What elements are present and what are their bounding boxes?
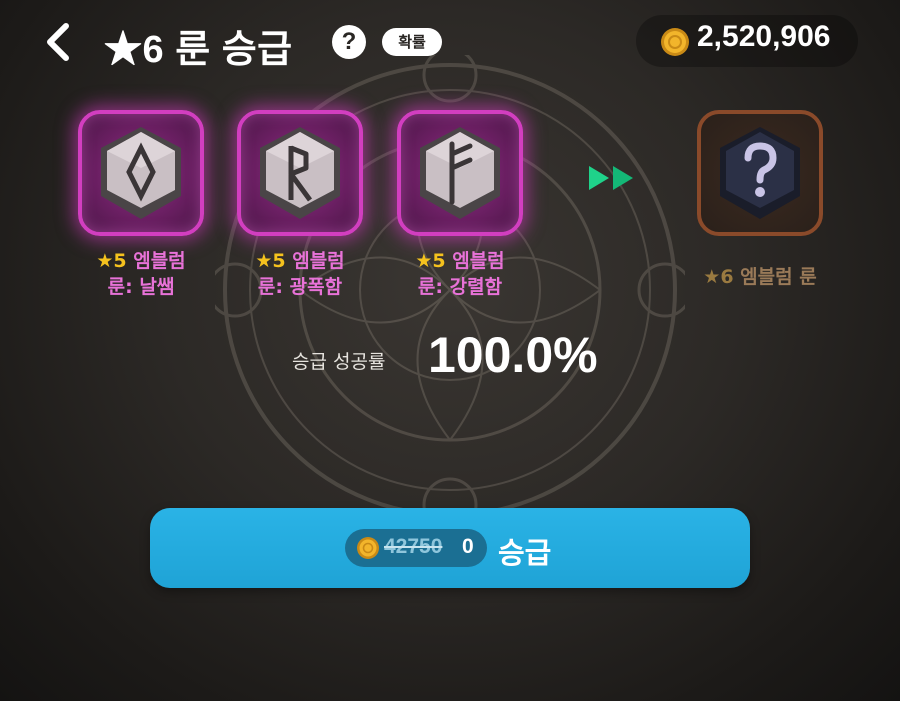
top-bar: ★6 룬 승급 ? 확률 2,520,906 — [0, 0, 900, 84]
back-button[interactable] — [38, 20, 78, 64]
upgrade-label: 승급 — [498, 536, 552, 570]
material-slot-2[interactable] — [237, 110, 363, 236]
success-rate-value: 100.0% — [428, 327, 598, 383]
page-title: ★6 룬 승급 — [104, 29, 293, 71]
material-label-1: ★5 엠블럼 룬: 날쌤 — [96, 250, 186, 298]
probability-button[interactable]: 확률 — [382, 28, 442, 56]
material-label-3: ★5 엠블럼 룬: 강렬함 — [415, 250, 505, 298]
f-rune-icon — [420, 127, 500, 219]
material-label-2: ★5 엠블럼 룬: 광폭함 — [255, 250, 345, 298]
diamond-rune-icon — [101, 127, 181, 219]
chevron-left-icon — [47, 23, 69, 61]
result-slot — [697, 110, 823, 236]
success-rate-label: 승급 성공률 — [292, 351, 386, 373]
help-button[interactable]: ? — [332, 25, 366, 59]
question-mark-rune-icon — [720, 127, 800, 219]
material-slot-1[interactable] — [78, 110, 204, 236]
double-arrow-icon — [589, 166, 633, 190]
material-slot-3[interactable] — [397, 110, 523, 236]
gold-coin-icon — [357, 537, 379, 559]
original-cost: 42750 — [384, 535, 443, 558]
discounted-cost: 0 — [462, 535, 474, 558]
gold-amount: 2,520,906 — [697, 20, 831, 53]
gold-coin-icon — [661, 28, 689, 56]
r-rune-icon — [260, 127, 340, 219]
upgrade-button[interactable]: 42750 0 승급 — [150, 508, 750, 588]
result-label: ★6 엠블럼 룬 — [703, 266, 817, 288]
